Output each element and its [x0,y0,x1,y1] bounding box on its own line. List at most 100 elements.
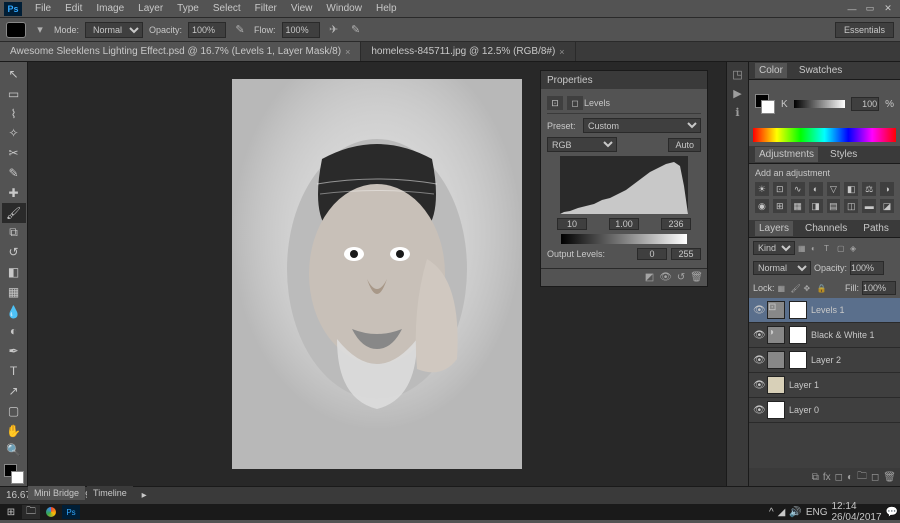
timeline-tab[interactable]: Timeline [87,486,133,500]
layer-row[interactable]: 👁Layer 1 [749,373,900,398]
brush-tool-icon[interactable]: 🖌 [2,203,26,223]
mode-select[interactable]: Normal [85,22,143,38]
adj-thumb[interactable]: ◑ [767,326,785,344]
visibility-icon[interactable]: 👁 [753,330,763,341]
blend-mode[interactable]: Normal [753,261,811,275]
levels-type-icon[interactable]: ⊡ [547,96,563,110]
lock-pos-icon[interactable]: ✥ [804,284,814,293]
gradient-tool-icon[interactable]: ▦ [2,282,26,302]
tray-vol-icon[interactable]: 🔊 [789,507,801,518]
menu-select[interactable]: Select [206,1,248,16]
layer-filter[interactable]: Kind [753,241,795,255]
k-input[interactable] [851,97,879,111]
ps-taskbar-icon[interactable]: Ps [62,505,80,519]
menu-type[interactable]: Type [170,1,206,16]
menu-image[interactable]: Image [89,1,131,16]
type-tool-icon[interactable]: T [2,361,26,381]
layer-thumb[interactable] [767,376,785,394]
invert-icon[interactable]: ◨ [809,199,823,213]
layers-tab[interactable]: Layers [755,221,793,236]
mask-thumb[interactable] [789,326,807,344]
layer-thumb[interactable] [767,401,785,419]
filter-smart-icon[interactable]: ◈ [850,244,860,253]
eraser-tool-icon[interactable]: ◧ [2,262,26,282]
layer-row[interactable]: 👁Layer 2 [749,348,900,373]
brightness-icon[interactable]: ☀ [755,182,769,196]
visibility-icon[interactable]: 👁 [753,380,763,391]
workspace-switcher[interactable]: Essentials [835,22,894,38]
channels-tab[interactable]: Channels [801,221,851,236]
input-gradient[interactable] [561,234,687,244]
trash-icon[interactable]: 🗑 [883,472,896,483]
tray-notif-icon[interactable]: 💬 [886,507,898,518]
brush-preset-icon[interactable]: ▾ [32,22,48,38]
info-panel-icon[interactable]: ℹ [735,106,739,119]
photo-filter-icon[interactable]: ◉ [755,199,769,213]
tab-close-icon[interactable]: × [559,47,564,57]
mask-thumb[interactable] [789,351,807,369]
lookup-icon[interactable]: ▦ [791,199,805,213]
airbrush-icon[interactable]: ✈ [326,22,342,38]
clip-icon[interactable]: ◩ [645,272,654,283]
dodge-tool-icon[interactable]: ◐ [2,322,26,342]
prev-state-icon[interactable]: 👁 [659,272,672,283]
lock-all-icon[interactable]: 🔒 [817,284,827,293]
lasso-tool-icon[interactable]: ⌇ [2,104,26,124]
adjustments-tab[interactable]: Adjustments [755,147,818,162]
poster-icon[interactable]: ▤ [827,199,841,213]
tab-inactive[interactable]: homeless-845711.jpg @ 12.5% (RGB/8#)× [361,42,575,61]
stamp-tool-icon[interactable]: ⧉ [2,223,26,243]
pressure-opacity-icon[interactable]: ✎ [232,22,248,38]
layer-opacity-input[interactable] [850,261,884,275]
layer-thumb[interactable] [767,351,785,369]
mini-bridge-tab[interactable]: Mini Bridge [28,486,85,500]
styles-tab[interactable]: Styles [826,147,861,162]
output-white[interactable] [671,248,701,260]
tray-up-icon[interactable]: ^ [769,507,774,518]
mask-icon[interactable]: ◻ [835,472,843,483]
gradmap-icon[interactable]: ▬ [862,199,876,213]
curves-icon[interactable]: ∿ [791,182,805,196]
shape-tool-icon[interactable]: ▢ [2,401,26,421]
menu-layer[interactable]: Layer [131,1,170,16]
filter-type-icon[interactable]: T [824,244,834,253]
layer-row[interactable]: 👁Layer 0 [749,398,900,423]
paths-tab[interactable]: Paths [859,221,893,236]
maximize-icon[interactable]: ▭ [862,3,878,15]
fill-input[interactable] [862,281,896,295]
vibrance-icon[interactable]: ▽ [827,182,841,196]
tab-active[interactable]: Awesome Sleeklens Lighting Effect.psd @ … [0,42,361,61]
heal-tool-icon[interactable]: ✚ [2,183,26,203]
k-slider[interactable] [794,100,845,108]
swatches-tab[interactable]: Swatches [795,63,846,78]
menu-help[interactable]: Help [369,1,404,16]
preset-select[interactable]: Custom [583,118,701,133]
fx-icon[interactable]: fx [823,472,831,483]
reset-icon[interactable]: ↺ [677,272,685,283]
move-tool-icon[interactable]: ↖ [2,64,26,84]
start-icon[interactable]: ⊞ [2,505,20,519]
input-white[interactable] [661,218,691,230]
eyedropper-tool-icon[interactable]: ✎ [2,163,26,183]
input-mid[interactable] [609,218,639,230]
chrome-icon[interactable] [42,505,60,519]
output-black[interactable] [637,248,667,260]
pen-tool-icon[interactable]: ✒ [2,341,26,361]
color-swatch[interactable] [755,94,775,114]
new-icon[interactable]: ◻ [871,472,879,483]
blur-tool-icon[interactable]: 💧 [2,302,26,322]
link-icon[interactable]: ⧉ [812,472,819,483]
menu-edit[interactable]: Edit [58,1,89,16]
auto-button[interactable]: Auto [668,138,701,152]
mask-thumb[interactable] [789,301,807,319]
histogram[interactable] [560,156,688,214]
adj-icon[interactable]: ◐ [847,472,853,483]
tray-net-icon[interactable]: ◢ [778,507,786,518]
color-swatches[interactable] [4,464,24,484]
menu-view[interactable]: View [284,1,320,16]
marquee-tool-icon[interactable]: ▭ [2,84,26,104]
layer-row[interactable]: 👁◑Black & White 1 [749,323,900,348]
history-brush-icon[interactable]: ↺ [2,242,26,262]
selcolor-icon[interactable]: ◪ [880,199,894,213]
opacity-input[interactable] [188,22,226,38]
